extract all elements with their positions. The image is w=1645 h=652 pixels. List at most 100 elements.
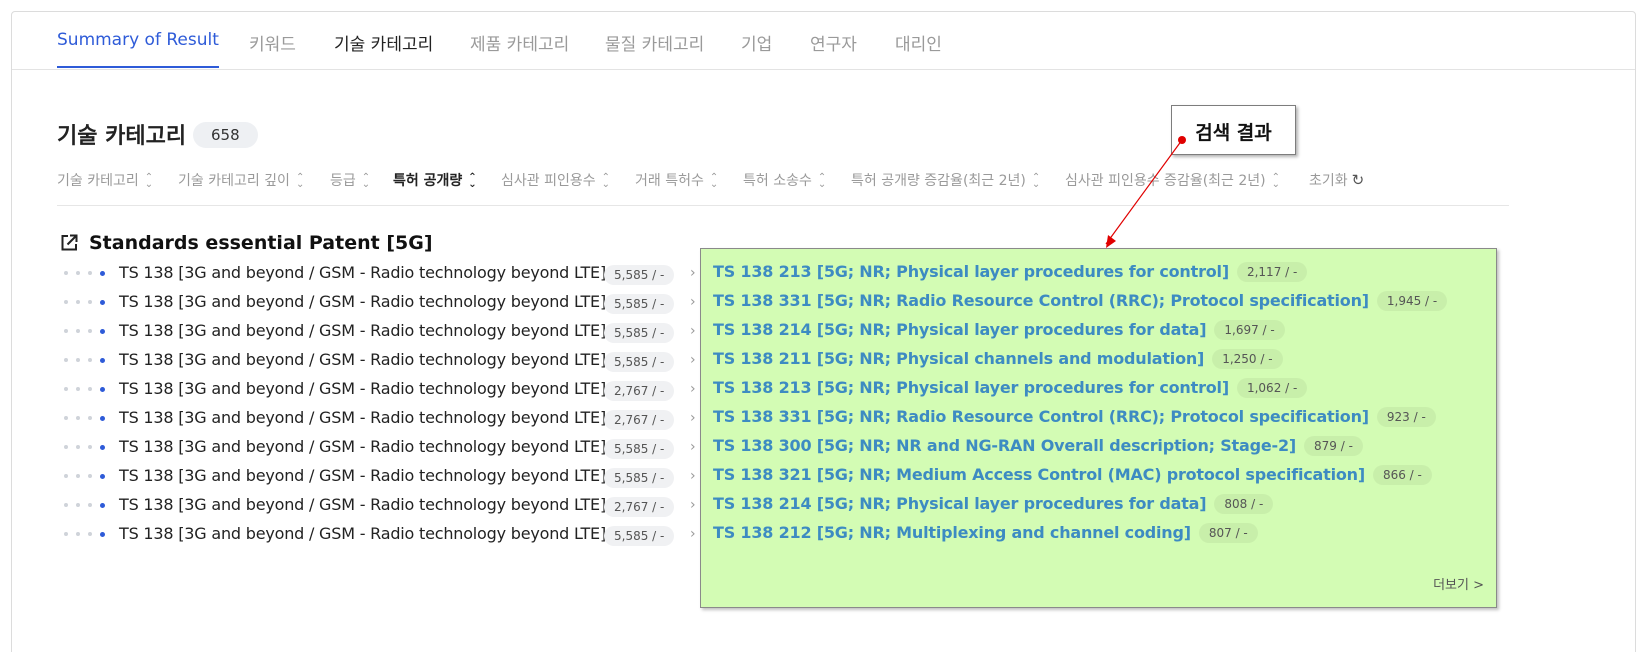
annotation-callout: 검색 결과	[1171, 105, 1296, 155]
list-item[interactable]: TS 138 214 [5G; NR; Physical layer proce…	[713, 493, 1274, 519]
category-name: TS 138 [3G and beyond / GSM - Radio tech…	[119, 408, 607, 427]
depth-indicator	[64, 386, 114, 392]
group-title: Standards essential Patent [5G]	[89, 232, 433, 254]
subcategory-link[interactable]: TS 138 213 [5G; NR; Physical layer proce…	[713, 262, 1229, 281]
chevron-right-icon: ›	[690, 526, 696, 542]
category-name: TS 138 [3G and beyond / GSM - Radio tech…	[119, 524, 607, 543]
list-item[interactable]: TS 138 321 [5G; NR; Medium Access Contro…	[713, 464, 1432, 490]
subcategory-link[interactable]: TS 138 331 [5G; NR; Radio Resource Contr…	[713, 407, 1369, 426]
subcategory-link[interactable]: TS 138 214 [5G; NR; Physical layer proce…	[713, 320, 1207, 339]
list-item[interactable]: TS 138 213 [5G; NR; Physical layer proce…	[713, 377, 1308, 403]
sort-patent-growth[interactable]: 특허 공개량 증감율(최근 2년) ⌃ ⌄	[851, 170, 1040, 190]
section-title: 기술 카테고리	[57, 124, 187, 149]
sort-updown-icon: ⌃ ⌄	[1271, 172, 1281, 190]
chevron-right-icon: ›	[690, 381, 696, 397]
count-badge: 2,117 / -	[1236, 261, 1308, 282]
sort-grade[interactable]: 등급 ⌃ ⌄	[330, 170, 370, 190]
count-badge: 1,250 / -	[1212, 348, 1283, 369]
chevron-right-icon: ›	[690, 352, 696, 368]
sort-tech-category[interactable]: 기술 카테고리 ⌃ ⌄	[57, 170, 153, 190]
list-item[interactable]: TS 138 212 [5G; NR; Multiplexing and cha…	[713, 522, 1258, 548]
depth-indicator	[64, 357, 114, 363]
chevron-right-icon: ›	[690, 439, 696, 455]
list-item[interactable]: TS 138 300 [5G; NR; NR and NG-RAN Overal…	[713, 435, 1363, 461]
count-badge: 1,062 / -	[1236, 377, 1308, 398]
count-badge: 2,767 / -	[604, 381, 675, 401]
depth-indicator	[64, 502, 114, 508]
sort-updown-icon: ⌃ ⌄	[817, 172, 827, 190]
count-badge: 1,945 / -	[1376, 290, 1448, 311]
subcategory-link[interactable]: TS 138 214 [5G; NR; Physical layer proce…	[713, 494, 1207, 513]
chevron-right-icon: ›	[690, 497, 696, 513]
subcategory-link[interactable]: TS 138 211 [5G; NR; Physical channels an…	[713, 349, 1204, 368]
tab-tech-category[interactable]: 기술 카테고리	[334, 30, 433, 55]
tab-material-category[interactable]: 물질 카테고리	[605, 30, 704, 55]
count-badge: 5,585 / -	[604, 352, 675, 372]
depth-indicator	[64, 531, 114, 537]
reset-button[interactable]: 초기화 ↻	[1309, 170, 1364, 190]
subcategory-link[interactable]: TS 138 331 [5G; NR; Radio Resource Contr…	[713, 291, 1369, 310]
category-name: TS 138 [3G and beyond / GSM - Radio tech…	[119, 263, 607, 282]
sort-updown-icon: ⌃ ⌄	[144, 172, 154, 190]
sort-updown-icon: ⌃ ⌄	[468, 172, 477, 190]
list-item[interactable]: TS 138 331 [5G; NR; Radio Resource Contr…	[713, 290, 1448, 316]
count-badge: 5,585 / -	[604, 468, 675, 488]
subcategory-link[interactable]: TS 138 300 [5G; NR; NR and NG-RAN Overal…	[713, 436, 1296, 455]
sort-updown-icon: ⌃ ⌄	[361, 172, 371, 190]
tab-researcher[interactable]: 연구자	[810, 30, 857, 55]
list-item[interactable]: TS 138 214 [5G; NR; Physical layer proce…	[713, 319, 1285, 345]
more-button[interactable]: 더보기 >	[1433, 574, 1484, 593]
tab-product-category[interactable]: 제품 카테고리	[470, 30, 569, 55]
sort-citation-growth[interactable]: 심사관 피인용수 증감율(최근 2년) ⌃ ⌄	[1065, 170, 1280, 190]
refresh-icon: ↻	[1351, 171, 1365, 189]
count-badge: 923 / -	[1376, 406, 1436, 427]
category-name: TS 138 [3G and beyond / GSM - Radio tech…	[119, 466, 607, 485]
depth-indicator	[64, 444, 114, 450]
callout-label: 검색 결과	[1195, 122, 1272, 144]
category-name: TS 138 [3G and beyond / GSM - Radio tech…	[119, 350, 607, 369]
category-name: TS 138 [3G and beyond / GSM - Radio tech…	[119, 379, 607, 398]
category-name: TS 138 [3G and beyond / GSM - Radio tech…	[119, 495, 607, 514]
subcategory-link[interactable]: TS 138 321 [5G; NR; Medium Access Contro…	[713, 465, 1365, 484]
main-panel: Summary of Result 키워드 기술 카테고리 제품 카테고리 물질…	[11, 11, 1636, 652]
depth-indicator	[64, 328, 114, 334]
sort-updown-icon: ⌃ ⌄	[601, 172, 611, 190]
chevron-right-icon: ›	[690, 265, 696, 281]
count-badge: 5,585 / -	[604, 265, 675, 285]
chevron-right-icon: ›	[690, 323, 696, 339]
external-link-icon[interactable]	[59, 233, 79, 253]
divider	[57, 205, 1509, 206]
tab-summary[interactable]: Summary of Result	[57, 30, 219, 68]
count-badge: 1,697 / -	[1214, 319, 1285, 340]
count-badge: 5,585 / -	[604, 526, 675, 546]
count-badge: 866 / -	[1372, 464, 1432, 485]
chevron-right-icon: ›	[690, 294, 696, 310]
count-badge: 2,767 / -	[604, 410, 675, 430]
sort-litigation[interactable]: 특허 소송수 ⌃ ⌄	[743, 170, 826, 190]
count-badge: 879 / -	[1304, 435, 1363, 456]
count-badge: 5,585 / -	[604, 439, 675, 459]
sort-updown-icon: ⌃ ⌄	[295, 172, 305, 190]
tab-agent[interactable]: 대리인	[895, 30, 942, 55]
subcategory-link[interactable]: TS 138 213 [5G; NR; Physical layer proce…	[713, 378, 1229, 397]
sort-examiner-citations[interactable]: 심사관 피인용수 ⌃ ⌄	[501, 170, 610, 190]
category-name: TS 138 [3G and beyond / GSM - Radio tech…	[119, 321, 607, 340]
depth-indicator	[64, 299, 114, 305]
chevron-right-icon: ›	[690, 468, 696, 484]
tab-company[interactable]: 기업	[741, 30, 772, 55]
depth-indicator	[64, 415, 114, 421]
count-badge: 5,585 / -	[604, 323, 675, 343]
sort-patent-count[interactable]: 특허 공개량 ⌃ ⌄	[393, 170, 477, 190]
list-item[interactable]: TS 138 213 [5G; NR; Physical layer proce…	[713, 261, 1308, 287]
count-badge: 807 / -	[1198, 522, 1258, 543]
list-item[interactable]: TS 138 211 [5G; NR; Physical channels an…	[713, 348, 1283, 374]
sort-updown-icon: ⌃ ⌄	[709, 172, 719, 190]
list-item[interactable]: TS 138 331 [5G; NR; Radio Resource Contr…	[713, 406, 1436, 432]
tab-keyword[interactable]: 키워드	[249, 30, 296, 55]
depth-indicator	[64, 270, 114, 276]
sort-trade-patents[interactable]: 거래 특허수 ⌃ ⌄	[635, 170, 718, 190]
subcategory-link[interactable]: TS 138 212 [5G; NR; Multiplexing and cha…	[713, 523, 1191, 542]
depth-indicator	[64, 473, 114, 479]
sort-tech-depth[interactable]: 기술 카테고리 깊이 ⌃ ⌄	[178, 170, 304, 190]
section-count-badge: 658	[193, 122, 258, 148]
